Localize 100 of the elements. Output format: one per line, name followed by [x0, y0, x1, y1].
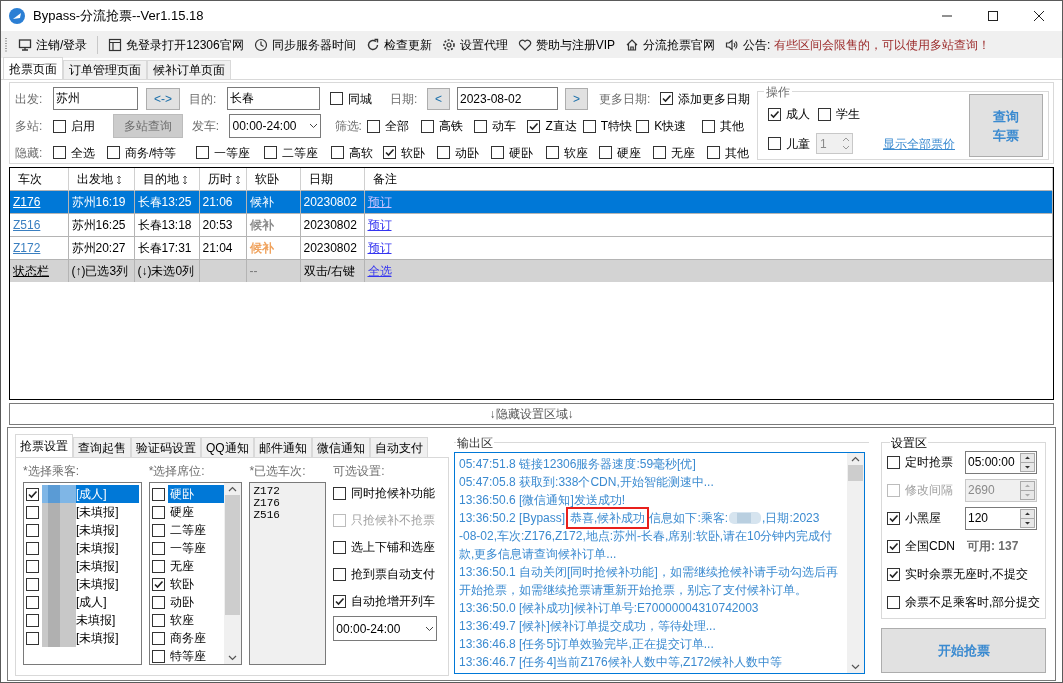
list-item[interactable]: 动卧 [167, 593, 225, 611]
checkbox-label[interactable]: 抢到票自动支付 [351, 565, 436, 583]
toolbar-button[interactable]: 检查更新 [365, 33, 432, 56]
train-link[interactable]: Z172 [13, 240, 41, 255]
list-item[interactable]: 一等座 [167, 539, 225, 557]
checkbox-label[interactable]: 定时抢票 [905, 453, 953, 471]
checkbox-label[interactable]: K快速 [654, 117, 687, 135]
table-cell: 长春13:25 [137, 194, 192, 209]
checkbox-label[interactable]: 全部 [385, 117, 410, 135]
list-item[interactable]: [未填报] [42, 575, 139, 593]
table-row[interactable]: Z516 苏州16:25 长春13:18 20:53 候补 20230802 预订 [10, 213, 1053, 236]
tab[interactable]: QQ通知 [201, 437, 254, 457]
checkbox-label[interactable]: 实时余票无座时,不提交 [905, 565, 1029, 583]
table-row[interactable]: Z176 苏州16:19 长春13:25 21:06 候补 20230802 预订 [10, 190, 1053, 213]
checkbox-label[interactable]: 学生 [836, 105, 860, 123]
checkbox-label[interactable]: 无座 [671, 143, 695, 162]
checkbox-label[interactable]: 商务/特等 [125, 143, 177, 162]
column-title: *选择乘客: [23, 463, 80, 480]
checkbox-label[interactable]: 硬卧 [509, 143, 533, 162]
tab[interactable]: 查询起售 [73, 437, 131, 457]
checkbox-label[interactable]: 动车 [492, 117, 516, 135]
tab[interactable]: 自动支付 [369, 437, 428, 457]
checkbox-label[interactable]: 同城 [348, 89, 372, 108]
toolbar-button[interactable]: 赞助与注册VIP [517, 33, 616, 56]
tab[interactable]: 抢票设置 [15, 434, 73, 457]
checkbox-label[interactable]: 同时抢候补功能 [351, 484, 436, 502]
spinner-value: 2690 [968, 482, 995, 499]
book-link[interactable]: 预订 [367, 240, 392, 255]
checkbox-label[interactable]: 全选 [71, 143, 95, 162]
checkbox-label[interactable]: 高铁 [438, 117, 463, 135]
list-item[interactable]: 软座 [167, 611, 225, 629]
toolbar-button[interactable]: 同步服务器时间 [253, 33, 356, 56]
input-field[interactable]: 长春 [227, 87, 320, 110]
checkbox-label[interactable]: 选上下铺和选座 [351, 538, 436, 556]
list-item[interactable]: [成人] [42, 485, 139, 503]
tab[interactable]: 抢票页面 [3, 57, 63, 79]
toolbar-button[interactable]: 分流抢票官网 [625, 33, 716, 56]
list-item[interactable]: [未填报] [42, 539, 139, 557]
list-item[interactable]: [未填报] [42, 557, 139, 575]
log-line: 13:36:50.0 [候补成功]候补订单号:E70000004310742003 [459, 600, 760, 617]
toolbar-button[interactable]: 设置代理 [441, 33, 508, 56]
checkbox-label[interactable]: 硬座 [617, 143, 641, 162]
checkbox-label[interactable]: 自动抢增开列车 [351, 592, 436, 610]
swap-button[interactable]: <-> [146, 87, 180, 110]
list-item[interactable]: 硬卧 [167, 485, 225, 503]
date-field[interactable]: 2023-08-02 [457, 87, 558, 110]
group-title: 输出区 [456, 434, 494, 452]
checkbox-label[interactable]: Z直达 [545, 117, 577, 135]
list-item[interactable]: 无座 [167, 557, 225, 575]
tab[interactable]: 候补订单页面 [147, 60, 231, 79]
checkbox-label[interactable]: 高软 [349, 143, 373, 162]
list-item[interactable]: 未填报] [42, 611, 139, 629]
select-all-link[interactable]: 全选 [367, 263, 392, 278]
checkbox-label[interactable]: 一等座 [214, 143, 250, 162]
list-item[interactable]: 硬座 [167, 503, 225, 521]
checkbox-label[interactable]: 小黑屋 [905, 509, 941, 527]
toolbar-button[interactable]: 公告: [725, 33, 771, 56]
tab[interactable]: 订单管理页面 [63, 60, 147, 79]
passenger-name: [未填报] [76, 558, 119, 575]
checkbox-label[interactable]: 二等座 [282, 143, 318, 162]
toolbar-button[interactable]: 注销/登录 [18, 33, 88, 56]
collapse-bar[interactable]: ↓隐藏设置区域↓ [9, 403, 1054, 425]
list-item[interactable]: 商务座 [167, 629, 225, 647]
list-item[interactable]: 二等座 [167, 521, 225, 539]
previous-button[interactable]: < [427, 87, 450, 110]
number-spinner[interactable]: 120 [965, 506, 1037, 530]
checkbox-label[interactable]: 动卧 [455, 143, 479, 162]
book-link[interactable]: 预订 [367, 217, 392, 232]
time-dropdown[interactable]: 00:00-24:00 [333, 616, 438, 641]
list-item[interactable]: 特等座 [167, 647, 225, 665]
train-link[interactable]: Z176 [13, 194, 41, 209]
checkbox-label[interactable]: T特快 [600, 117, 633, 135]
next-button[interactable]: > [565, 87, 588, 110]
checkbox-label[interactable]: 儿童 [786, 134, 810, 153]
toolbar-button[interactable]: 免登录打开12306官网 [108, 33, 244, 56]
list-item[interactable]: [未填报] [42, 629, 139, 647]
checkbox-label[interactable]: 其他 [719, 117, 744, 135]
list-item[interactable]: [成人] [42, 593, 139, 611]
table-cell: 苏州16:25 [71, 217, 126, 232]
number-spinner[interactable]: 05:00:00 [965, 450, 1037, 474]
checkbox-label[interactable]: 余票不足乘客时,部分提交 [905, 593, 1041, 611]
list-item[interactable]: [未填报] [42, 503, 139, 521]
checkbox-label[interactable]: 其他 [725, 143, 749, 162]
checkbox-label[interactable]: 启用 [70, 117, 95, 135]
tab[interactable]: 微信通知 [311, 437, 370, 457]
train-link[interactable]: Z516 [13, 217, 41, 232]
checkbox-label[interactable]: 全国CDN [905, 537, 955, 555]
list-item[interactable]: 软卧 [167, 575, 225, 593]
list-item[interactable]: [未填报] [42, 521, 139, 539]
cdn-count: 可用: 137 [967, 538, 1019, 555]
input-field[interactable]: 苏州 [53, 87, 138, 110]
checkbox-label[interactable]: 成人 [786, 105, 810, 123]
table-row[interactable]: Z172 苏州20:27 长春17:31 21:04 候补 20230802 预订 [10, 236, 1053, 259]
checkbox-label[interactable]: 添加更多日期 [678, 89, 750, 108]
tab[interactable]: 验证码设置 [131, 437, 201, 457]
checkbox-label[interactable]: 软卧 [401, 143, 425, 162]
show-prices-link[interactable]: 显示全部票价 [883, 134, 955, 153]
tab[interactable]: 邮件通知 [253, 437, 312, 457]
time-dropdown[interactable]: 00:00-24:00 [229, 114, 321, 138]
checkbox-label[interactable]: 软座 [564, 143, 588, 162]
